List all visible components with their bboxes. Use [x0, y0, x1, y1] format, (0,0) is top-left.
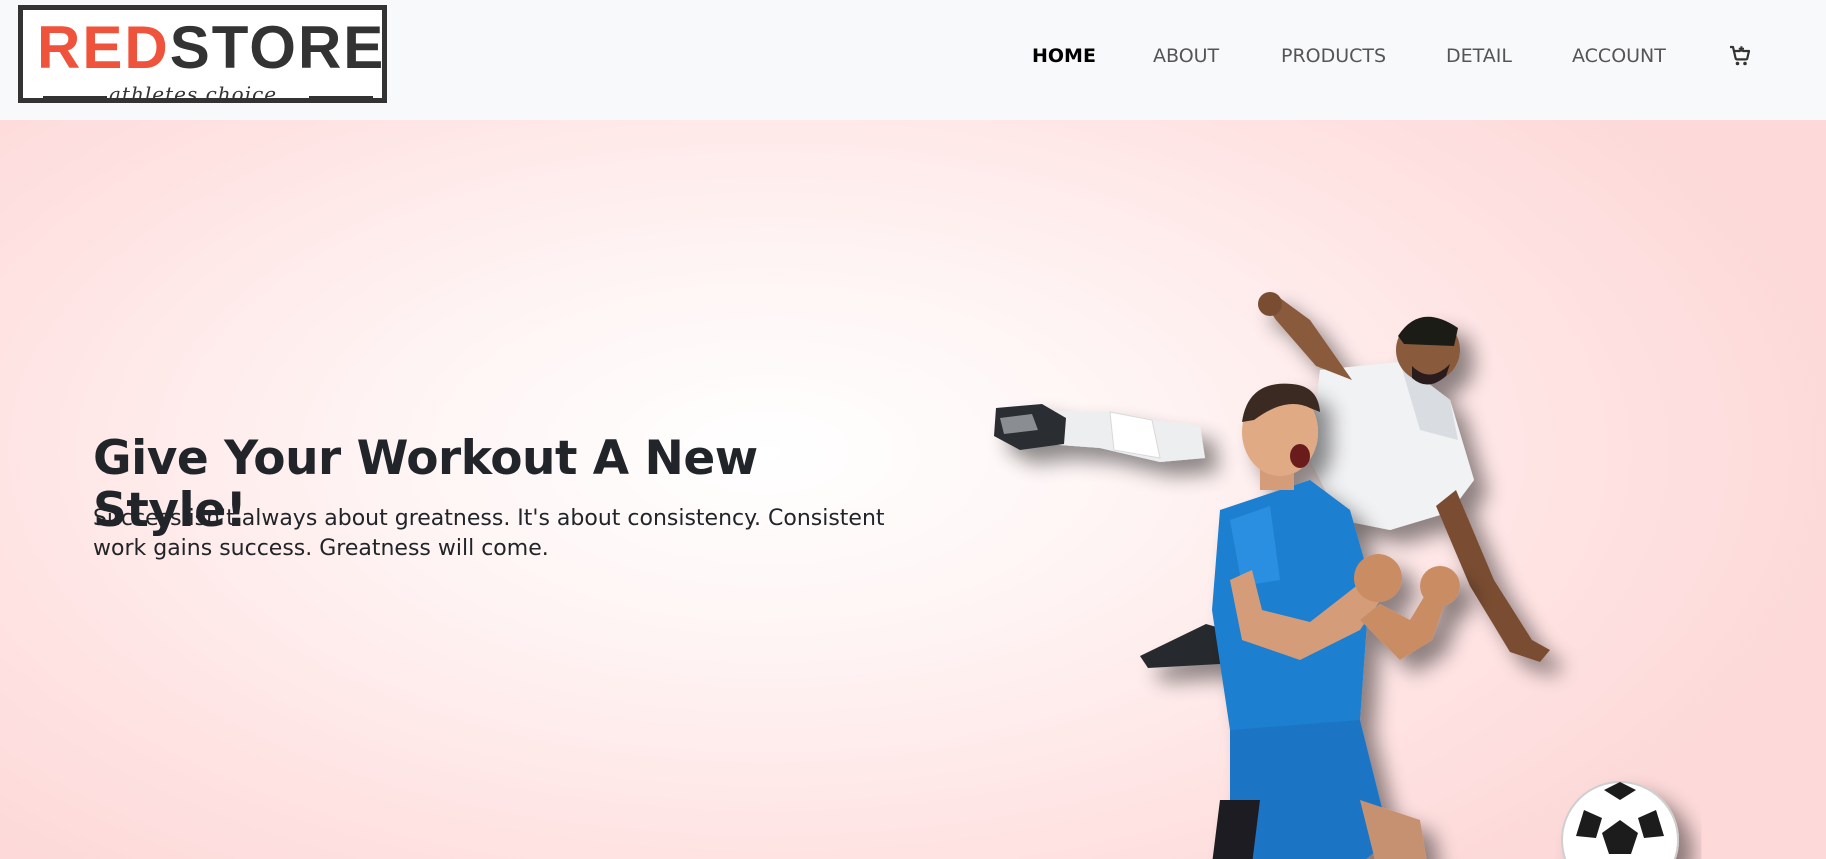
brand-logo[interactable]: REDSTORE athletes choice — [18, 5, 387, 106]
nav-item-account[interactable]: ACCOUNT — [1572, 44, 1666, 68]
nav-item-home[interactable]: HOME — [1032, 44, 1096, 68]
cart-plus-icon[interactable] — [1728, 44, 1752, 68]
logo-wordmark: REDSTORE — [37, 14, 386, 81]
nav-item-products[interactable]: PRODUCTS — [1281, 44, 1386, 68]
logo-tagline: athletes choice — [109, 82, 278, 106]
hero-section: Give Your Workout A New Style! Success i… — [0, 120, 1826, 859]
navbar: REDSTORE athletes choice HOME ABOUT PROD… — [0, 0, 1826, 120]
soccer-ball — [1561, 781, 1679, 859]
nav-item-about[interactable]: ABOUT — [1153, 44, 1219, 68]
logo-underline-right — [309, 96, 373, 101]
hero-text: Success isn't always about greatness. It… — [93, 506, 885, 561]
soccer-players-illustration — [994, 292, 1679, 859]
nav-item-detail[interactable]: DETAIL — [1446, 44, 1512, 68]
logo-underline-left — [43, 96, 107, 101]
